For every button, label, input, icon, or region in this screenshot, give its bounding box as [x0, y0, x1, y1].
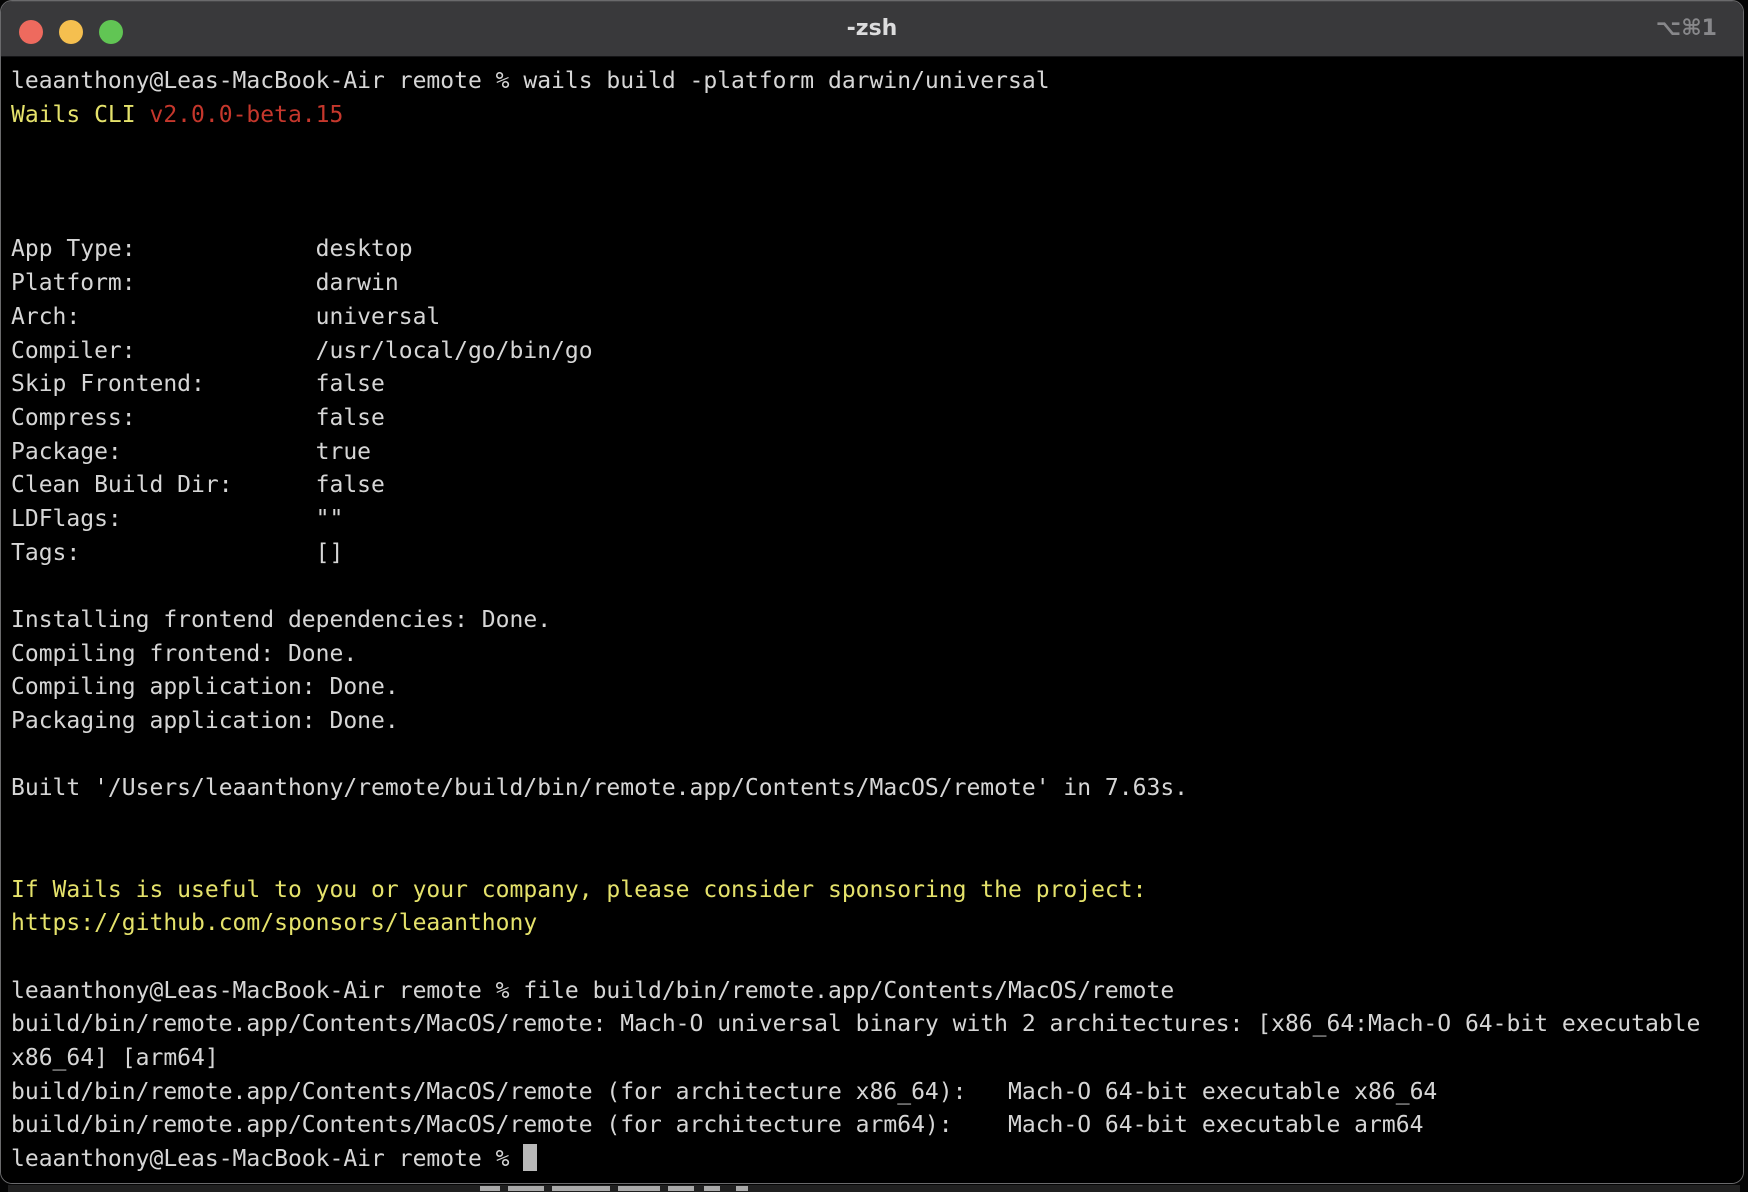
terminal-line: LDFlags: "" [11, 503, 1734, 537]
terminal-line [11, 166, 1734, 200]
terminal-line: x86_64] [arm64] [11, 1042, 1734, 1076]
terminal-line [11, 739, 1734, 773]
titlebar[interactable]: -zsh ⌥⌘1 [1, 1, 1743, 57]
terminal-line: build/bin/remote.app/Contents/MacOS/remo… [11, 1109, 1734, 1143]
terminal-line: build/bin/remote.app/Contents/MacOS/remo… [11, 1008, 1734, 1042]
terminal-line: Wails CLI v2.0.0-beta.15 [11, 99, 1734, 133]
terminal-line [11, 132, 1734, 166]
terminal-line: leaanthony@Leas-MacBook-Air remote % [11, 1143, 1734, 1177]
terminal-line: App Type: desktop [11, 233, 1734, 267]
occluded-text-fragment [704, 1186, 720, 1191]
terminal-cursor [523, 1144, 537, 1171]
terminal-line: Skip Frontend: false [11, 368, 1734, 402]
terminal-line: leaanthony@Leas-MacBook-Air remote % wai… [11, 65, 1734, 99]
terminal-line [11, 806, 1734, 840]
terminal-line: Compiling frontend: Done. [11, 638, 1734, 672]
terminal-line [11, 200, 1734, 234]
terminal-line [11, 941, 1734, 975]
terminal-line: Installing frontend dependencies: Done. [11, 604, 1734, 638]
terminal-line: Compiling application: Done. [11, 671, 1734, 705]
occluded-text-fragment [736, 1186, 748, 1191]
terminal-line: Packaging application: Done. [11, 705, 1734, 739]
terminal-line: Arch: universal [11, 301, 1734, 335]
window-title: -zsh [1, 1, 1743, 56]
terminal-line: Tags: [] [11, 537, 1734, 571]
terminal-line: Compress: false [11, 402, 1734, 436]
terminal-line [11, 570, 1734, 604]
terminal-line: Package: true [11, 436, 1734, 470]
terminal-output[interactable]: leaanthony@Leas-MacBook-Air remote % wai… [1, 57, 1743, 1183]
terminal-line: If Wails is useful to you or your compan… [11, 874, 1734, 908]
terminal-line: build/bin/remote.app/Contents/MacOS/remo… [11, 1076, 1734, 1110]
occluded-text-fragment [668, 1186, 694, 1191]
tab-shortcut-badge: ⌥⌘1 [1656, 1, 1717, 56]
terminal-line: Built '/Users/leaanthony/remote/build/bi… [11, 772, 1734, 806]
terminal-line: Clean Build Dir: false [11, 469, 1734, 503]
desktop-background: -zsh ⌥⌘1 leaanthony@Leas-MacBook-Air rem… [0, 0, 1748, 1192]
terminal-window: -zsh ⌥⌘1 leaanthony@Leas-MacBook-Air rem… [0, 0, 1744, 1184]
occluded-text-fragment [508, 1186, 544, 1191]
terminal-line: https://github.com/sponsors/leaanthony [11, 907, 1734, 941]
occluded-text-fragment [480, 1186, 500, 1191]
background-window-sliver [8, 1185, 1740, 1192]
terminal-line: leaanthony@Leas-MacBook-Air remote % fil… [11, 975, 1734, 1009]
occluded-text-fragment [618, 1186, 660, 1191]
occluded-text-fragment [552, 1186, 610, 1191]
terminal-line: Platform: darwin [11, 267, 1734, 301]
terminal-line [11, 840, 1734, 874]
terminal-line: Compiler: /usr/local/go/bin/go [11, 335, 1734, 369]
